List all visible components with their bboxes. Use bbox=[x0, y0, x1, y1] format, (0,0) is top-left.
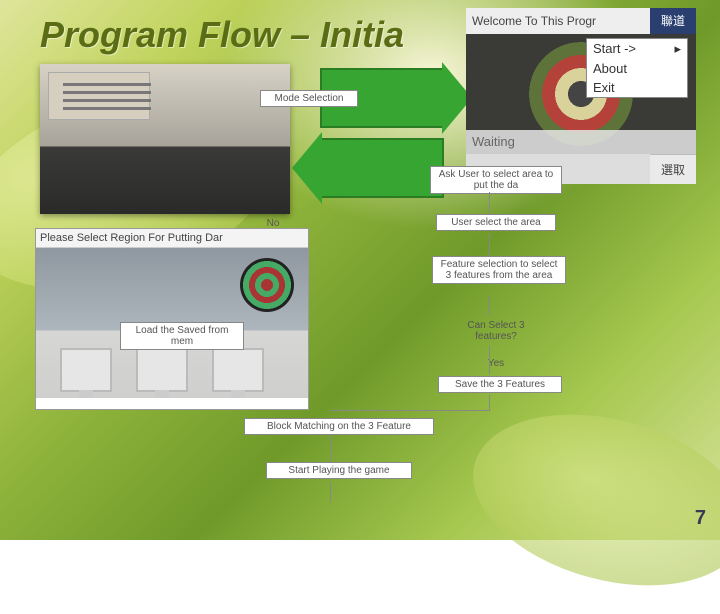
flow-line bbox=[489, 296, 490, 316]
phone-status: Waiting bbox=[466, 130, 696, 154]
flow-node-ask: Ask User to select area to put the da bbox=[430, 166, 562, 194]
flow-label-yes: Yes bbox=[478, 356, 514, 371]
phone-menu: Start -> ▸ About Exit bbox=[586, 38, 688, 98]
flow-node-save: Save the 3 Features bbox=[438, 376, 562, 393]
flow-line bbox=[489, 234, 490, 256]
flow-node-feature: Feature selection to select 3 features f… bbox=[432, 256, 566, 284]
phone-welcome: Welcome To This Progr bbox=[466, 8, 650, 34]
flow-node-start-play: Start Playing the game bbox=[266, 462, 412, 479]
flow-node-decision: Can Select 3 features? bbox=[446, 318, 546, 344]
monitor-icon bbox=[136, 348, 188, 392]
flow-node-block-match: Block Matching on the 3 Feature bbox=[244, 418, 434, 435]
flow-line bbox=[489, 346, 490, 374]
phone-display: Start -> ▸ About Exit Waiting bbox=[466, 34, 696, 154]
screenshot-camera-select bbox=[40, 64, 290, 214]
phone-softkey-top[interactable]: 聯道 bbox=[650, 8, 696, 34]
menu-label: Start -> bbox=[593, 41, 636, 57]
flow-node-mode: Mode Selection bbox=[260, 90, 358, 107]
monitor-icon bbox=[212, 348, 264, 392]
menu-label: Exit bbox=[593, 80, 615, 95]
arrow-left-icon bbox=[320, 138, 444, 198]
flow-line bbox=[330, 410, 490, 411]
dartboard-icon bbox=[240, 258, 294, 312]
menu-start[interactable]: Start -> ▸ bbox=[587, 39, 687, 59]
monitor-icon bbox=[60, 348, 112, 392]
flow-line bbox=[330, 482, 331, 502]
poster-board bbox=[48, 72, 150, 120]
flow-node-user-select: User select the area bbox=[436, 214, 556, 231]
dialog-title: Please Select Region For Putting Dar bbox=[36, 229, 308, 248]
menu-about[interactable]: About bbox=[587, 59, 687, 78]
menu-label: About bbox=[593, 61, 627, 76]
menu-exit[interactable]: Exit bbox=[587, 78, 687, 97]
flow-label-no: No bbox=[256, 216, 290, 231]
screenshot-select-region: Please Select Region For Putting Dar bbox=[35, 228, 309, 410]
slide-number: 7 bbox=[695, 507, 706, 530]
page-title: Program Flow – Initia bbox=[40, 14, 404, 56]
chevron-right-icon: ▸ bbox=[674, 41, 681, 57]
phone-softkey-select[interactable]: 選取 bbox=[650, 154, 696, 184]
flow-node-load: Load the Saved from mem bbox=[120, 322, 244, 350]
flow-line bbox=[489, 395, 490, 411]
flow-line bbox=[489, 192, 490, 214]
flow-line bbox=[330, 434, 331, 462]
